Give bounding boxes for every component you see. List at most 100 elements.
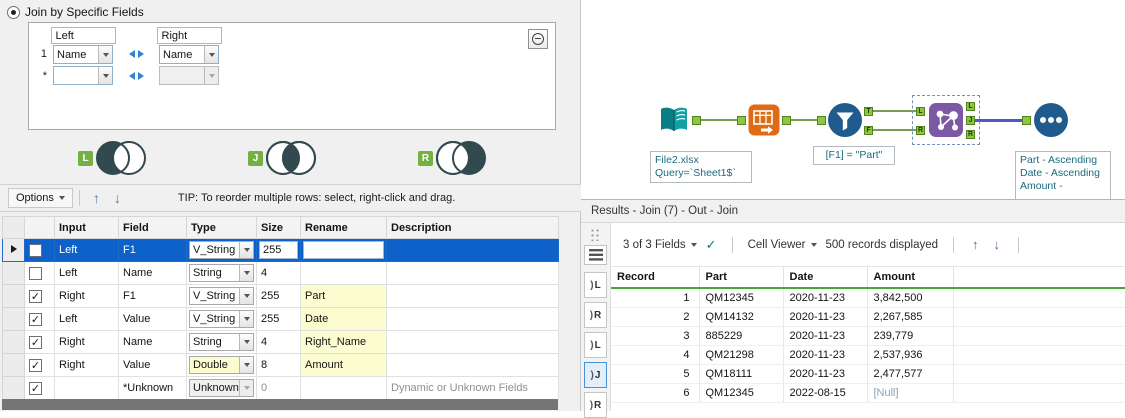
anchor-button-right-input[interactable]: ) R	[584, 302, 607, 328]
table-row[interactable]: ✓ Right Name String 4 Right_Name	[2, 330, 559, 354]
result-row[interactable]: 2 QM14132 2020-11-23 2,267,585	[611, 307, 1125, 327]
dropdown-button[interactable]	[239, 334, 253, 350]
dropdown-button[interactable]	[239, 311, 253, 327]
dropdown-button[interactable]	[98, 67, 112, 84]
left-join-field-dropdown[interactable]	[53, 66, 113, 85]
filter-tool-icon[interactable]	[827, 102, 863, 138]
dropdown-button[interactable]	[239, 380, 253, 396]
sort-input-anchor[interactable]	[1022, 116, 1031, 125]
anchor-button-left-input[interactable]: ) L	[584, 272, 607, 298]
table-row[interactable]: ✓ Right F1 V_String 255 Part	[2, 284, 559, 308]
filter-input-anchor[interactable]	[817, 116, 826, 125]
move-row-up-button[interactable]: ↑	[86, 190, 107, 206]
join-right-input-anchor[interactable]: R	[916, 126, 925, 135]
size-field[interactable]: 255	[259, 241, 298, 259]
apply-check-icon[interactable]: ✓	[706, 237, 717, 253]
options-menu-button[interactable]: Options	[8, 188, 73, 208]
workflow-canvas[interactable]: T F L R L J R File2.xlsx Query=`Sheet1$`…	[582, 0, 1125, 205]
rename-cell[interactable]: Date	[300, 307, 387, 331]
field-checkbox[interactable]: ✓	[29, 335, 42, 349]
column-header-field[interactable]: Field	[118, 216, 187, 239]
sort-tool-icon[interactable]	[1033, 102, 1069, 138]
dropdown-button[interactable]	[239, 288, 253, 304]
type-dropdown[interactable]: String	[189, 264, 254, 282]
anchor-button-left-output[interactable]: ) L	[584, 332, 607, 358]
filter-false-output-anchor[interactable]: F	[864, 126, 873, 135]
field-checkbox[interactable]: ✓	[29, 266, 42, 280]
table-row[interactable]: ✓ Left Name String 4	[2, 261, 559, 285]
cell-viewer-dropdown[interactable]: Cell Viewer	[748, 239, 817, 251]
type-dropdown[interactable]: Unknown	[189, 379, 254, 397]
type-dropdown[interactable]: String	[189, 333, 254, 351]
dropdown-button[interactable]	[98, 46, 112, 63]
input-output-anchor[interactable]	[692, 116, 701, 125]
anchor-button-right-output[interactable]: ) R	[584, 392, 607, 418]
field-checkbox[interactable]: ✓	[29, 243, 42, 257]
dropdown-button[interactable]	[239, 357, 253, 373]
scroll-down-button[interactable]: ↓	[991, 237, 1004, 252]
remove-join-row-button[interactable]	[528, 29, 548, 49]
result-row[interactable]: 3 885229 2020-11-23 239,779	[611, 326, 1125, 346]
anchor-button-join-output[interactable]: ) J	[584, 362, 607, 388]
select-records-tool-icon[interactable]	[747, 103, 781, 137]
right-join-field-dropdown[interactable]	[159, 66, 219, 85]
join-by-fields-radio[interactable]	[7, 5, 20, 19]
column-header-type[interactable]: Type	[186, 216, 257, 239]
dropdown-button[interactable]	[239, 242, 253, 258]
join-left-input-anchor[interactable]: L	[916, 107, 925, 116]
table-row[interactable]: ✓ Left F1 V_String 255	[2, 238, 559, 262]
filter-annotation[interactable]: [F1] = "Part"	[813, 146, 895, 165]
input-annotation[interactable]: File2.xlsx Query=`Sheet1$`	[650, 151, 752, 183]
horizontal-scrollbar[interactable]	[2, 399, 558, 410]
field-checkbox[interactable]: ✓	[29, 312, 42, 326]
field-checkbox[interactable]: ✓	[29, 358, 42, 372]
column-header-record[interactable]: Record	[611, 267, 700, 289]
fields-dropdown[interactable]: 3 of 3 Fields	[623, 239, 697, 251]
dropdown-button[interactable]	[204, 46, 218, 63]
rename-cell[interactable]: Amount	[300, 353, 387, 377]
column-header-date[interactable]: Date	[783, 267, 868, 289]
right-join-field-dropdown[interactable]: Name	[159, 45, 219, 64]
rename-cell[interactable]	[300, 261, 387, 285]
table-row[interactable]: ✓ *Unknown Unknown 0 Dynamic or Unknown …	[2, 376, 559, 400]
sort-annotation[interactable]: Part - Ascending Date - Ascending Amount…	[1015, 151, 1111, 205]
select-input-anchor[interactable]	[737, 116, 746, 125]
column-header-part[interactable]: Part	[699, 267, 784, 289]
move-row-down-button[interactable]: ↓	[107, 190, 128, 206]
swap-right-arrow-icon[interactable]	[137, 71, 144, 80]
field-checkbox[interactable]: ✓	[29, 381, 42, 395]
rename-cell[interactable]: Right_Name	[300, 330, 387, 354]
rename-field[interactable]	[303, 241, 384, 259]
filter-true-output-anchor[interactable]: T	[864, 107, 873, 116]
join-right-output-anchor[interactable]: R	[966, 130, 975, 139]
left-join-field-dropdown[interactable]: Name	[53, 45, 113, 64]
join-join-output-anchor[interactable]: J	[966, 116, 975, 125]
scroll-up-button[interactable]: ↑	[969, 237, 982, 252]
result-row[interactable]: 6 QM12345 2022-08-15 [Null]	[611, 383, 1125, 403]
dropdown-button[interactable]	[204, 67, 218, 84]
rename-cell[interactable]	[300, 376, 387, 400]
join-tool-icon[interactable]	[927, 101, 965, 139]
swap-right-arrow-icon[interactable]	[137, 50, 144, 59]
type-dropdown[interactable]: V_String	[189, 287, 254, 305]
column-header-rename[interactable]: Rename	[300, 216, 387, 239]
type-dropdown[interactable]: V_String	[189, 310, 254, 328]
column-header-input[interactable]: Input	[54, 216, 119, 239]
swap-left-arrow-icon[interactable]	[128, 50, 135, 59]
result-row[interactable]: 4 QM21298 2020-11-23 2,537,936	[611, 345, 1125, 365]
table-row[interactable]: ✓ Left Value V_String 255 Date	[2, 307, 559, 331]
field-checkbox[interactable]: ✓	[29, 289, 42, 303]
column-header-description[interactable]: Description	[386, 216, 559, 239]
drag-grip-icon[interactable]	[590, 228, 601, 241]
table-row[interactable]: ✓ Right Value Double 8 Amount	[2, 353, 559, 377]
type-dropdown[interactable]: Double	[189, 356, 254, 374]
type-dropdown[interactable]: V_String	[189, 241, 254, 259]
result-row[interactable]: 1 QM12345 2020-11-23 3,842,500	[611, 288, 1125, 308]
result-row[interactable]: 5 QM18111 2020-11-23 2,477,577	[611, 364, 1125, 384]
scrollbar-thumb[interactable]	[2, 399, 558, 410]
dropdown-button[interactable]	[239, 265, 253, 281]
join-left-output-anchor[interactable]: L	[966, 102, 975, 111]
select-output-anchor[interactable]	[782, 116, 791, 125]
data-view-button[interactable]	[584, 245, 607, 265]
column-header-amount[interactable]: Amount	[867, 267, 954, 289]
